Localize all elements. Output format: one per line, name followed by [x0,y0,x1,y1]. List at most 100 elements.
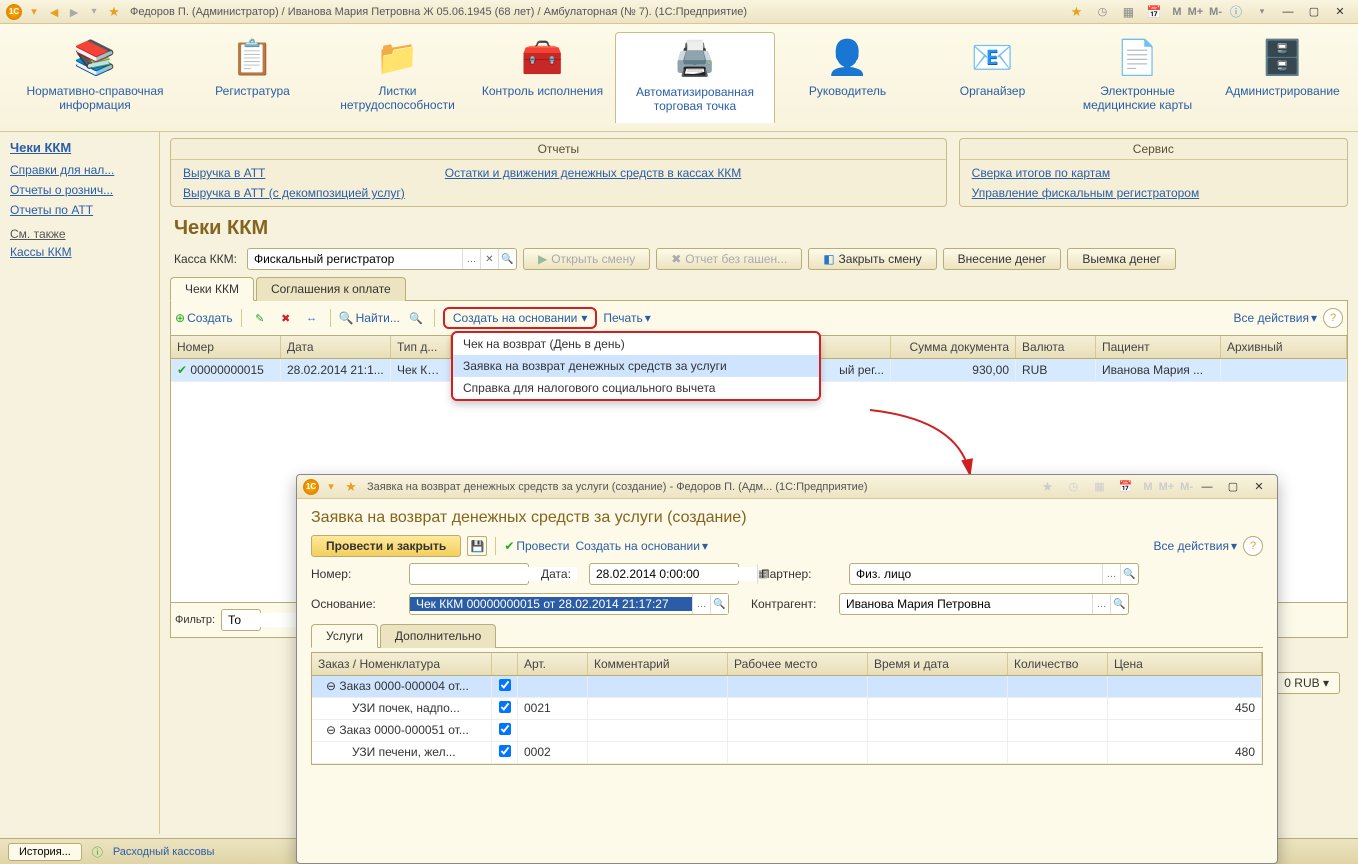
save-icon[interactable]: 💾 [467,536,487,556]
calendar-icon[interactable]: 📅 [1117,479,1133,495]
basis-field[interactable]: …🔍 [409,593,729,615]
help-icon[interactable]: ? [1323,308,1343,328]
menu-item-return-same-day[interactable]: Чек на возврат (День в день) [453,333,819,355]
report-link-0[interactable]: Выручка в АТТ [183,166,405,180]
nav-forward-icon[interactable]: ► [66,4,82,20]
info-icon[interactable]: ⓘ [1228,4,1244,20]
clear-search-icon[interactable]: 🔍 [406,308,426,328]
open-shift-button[interactable]: ▶Открыть смену [523,248,650,270]
mem-mminus[interactable]: M- [1209,6,1222,18]
mem-mplus[interactable]: M+ [1159,481,1175,493]
ellipsis-icon[interactable]: … [1102,564,1120,584]
number-field[interactable] [409,563,529,585]
row-checkbox[interactable] [499,723,511,735]
kassa-combo[interactable]: … ✕ 🔍 [247,248,517,270]
clock-icon[interactable]: ◷ [1094,4,1110,20]
row-checkbox[interactable] [499,701,511,713]
nav-item-emr[interactable]: 📄 Электронные медицинские карты [1065,32,1210,123]
dropdown-icon[interactable]: ▾ [26,4,42,20]
chevron-down-icon[interactable]: ▾ [1323,676,1329,690]
sidebar-link-1[interactable]: Отчеты о рознич... [10,183,149,197]
col-sum[interactable]: Сумма документа [891,336,1016,358]
deposit-button[interactable]: Внесение денег [943,248,1062,270]
close-icon[interactable]: ✕ [1332,4,1348,20]
sidebar-link-2[interactable]: Отчеты по АТТ [10,203,149,217]
ccol-qty[interactable]: Количество [1008,653,1108,675]
kassa-ellipsis-icon[interactable]: … [462,249,480,269]
nav-back-icon[interactable]: ◄ [46,4,62,20]
kassa-search-icon[interactable]: 🔍 [498,249,516,269]
close-shift-button[interactable]: ◧Закрыть смену [808,248,936,270]
mem-m[interactable]: M [1172,6,1181,18]
col-type[interactable]: Тип д... [391,336,451,358]
ccol-price[interactable]: Цена [1108,653,1262,675]
mem-m[interactable]: M [1143,481,1152,493]
table-row[interactable]: ⊖ Заказ 0000-000004 от... [312,676,1262,698]
print-dropdown[interactable]: Печать▾ [603,311,650,325]
calculator-icon[interactable]: ▦ [1120,4,1136,20]
nav-item-control[interactable]: 🧰 Контроль исполнения [470,32,615,123]
maximize-icon[interactable]: ▢ [1306,4,1322,20]
calendar-icon[interactable]: 📅 [1146,4,1162,20]
minimize-icon[interactable]: — [1280,4,1296,20]
nav-dropdown-icon[interactable]: ▾ [86,4,102,20]
menu-item-tax-cert[interactable]: Справка для налогового социального вычет… [453,377,819,399]
find-button[interactable]: 🔍Найти... [339,311,400,325]
withdraw-button[interactable]: Выемка денег [1067,248,1175,270]
calculator-icon[interactable]: ▦ [1091,479,1107,495]
col-number[interactable]: Номер [171,336,281,358]
create-based-dropdown[interactable]: Создать на основании▾ [443,307,598,329]
nav-item-pos[interactable]: 🖨️ Автоматизированная торговая точка [615,32,775,123]
search-icon[interactable]: 🔍 [710,594,728,614]
child-all-actions[interactable]: Все действия▾ [1154,539,1238,553]
service-link-1[interactable]: Управление фискальным регистратором [972,186,1200,200]
mem-mminus[interactable]: M- [1180,481,1193,493]
minimize-icon[interactable]: — [1199,479,1215,495]
ccol-art[interactable]: Арт. [518,653,588,675]
table-row[interactable]: ⊖ Заказ 0000-000051 от... [312,720,1262,742]
ccol-workplace[interactable]: Рабочее место [728,653,868,675]
partner-field[interactable]: …🔍 [849,563,1139,585]
search-icon[interactable]: 🔍 [1110,594,1128,614]
ccol-comment[interactable]: Комментарий [588,653,728,675]
service-link-0[interactable]: Сверка итогов по картам [972,166,1200,180]
edit-icon[interactable]: ✎ [250,308,270,328]
date-field[interactable]: ▦ [589,563,739,585]
nav-item-reference[interactable]: 📚 Нормативно-справочная информация [10,32,180,123]
contractor-field[interactable]: …🔍 [839,593,1129,615]
table-row[interactable]: УЗИ печени, жел...0002480 [312,742,1262,764]
close-icon[interactable]: ✕ [1251,479,1267,495]
history-button[interactable]: История... [8,843,82,861]
ccol-check[interactable] [492,653,518,675]
fav-add-icon[interactable]: ★ [1068,4,1084,20]
sidebar-sublink-0[interactable]: Кассы ККМ [10,245,149,259]
maximize-icon[interactable]: ▢ [1225,479,1241,495]
refresh-icon[interactable]: ↔ [302,308,322,328]
fav-add-icon[interactable]: ★ [1039,479,1055,495]
mem-mplus[interactable]: M+ [1188,6,1204,18]
status-doc-link[interactable]: Расходный кассовы [113,846,215,858]
col-patient[interactable]: Пациент [1096,336,1221,358]
table-row[interactable]: УЗИ почек, надпо...0021450 [312,698,1262,720]
info-dropdown-icon[interactable]: ▾ [1254,4,1270,20]
nav-item-sick-leave[interactable]: 📁 Листки нетрудоспособности [325,32,470,123]
col-currency[interactable]: Валюта [1016,336,1096,358]
tab-agreements[interactable]: Соглашения к оплате [256,277,406,301]
report-link-2[interactable]: Остатки и движения денежных средств в ка… [445,166,742,180]
nav-item-admin[interactable]: 🗄️ Администрирование [1210,32,1355,123]
dropdown-icon[interactable]: ▾ [323,479,339,495]
search-icon[interactable]: 🔍 [1120,564,1138,584]
ccol-datetime[interactable]: Время и дата [868,653,1008,675]
favorite-icon[interactable]: ★ [343,479,359,495]
child-tab-additional[interactable]: Дополнительно [380,624,496,648]
row-checkbox[interactable] [499,679,511,691]
clock-icon[interactable]: ◷ [1065,479,1081,495]
col-archive[interactable]: Архивный [1221,336,1347,358]
tab-receipts[interactable]: Чеки ККМ [170,277,254,301]
child-create-based-dropdown[interactable]: Создать на основании▾ [575,539,708,553]
nav-item-manager[interactable]: 👤 Руководитель [775,32,920,123]
col-date[interactable]: Дата [281,336,391,358]
menu-item-refund-request[interactable]: Заявка на возврат денежных средств за ус… [453,355,819,377]
sidebar-title[interactable]: Чеки ККМ [10,140,149,155]
nav-item-organizer[interactable]: 📧 Органайзер [920,32,1065,123]
